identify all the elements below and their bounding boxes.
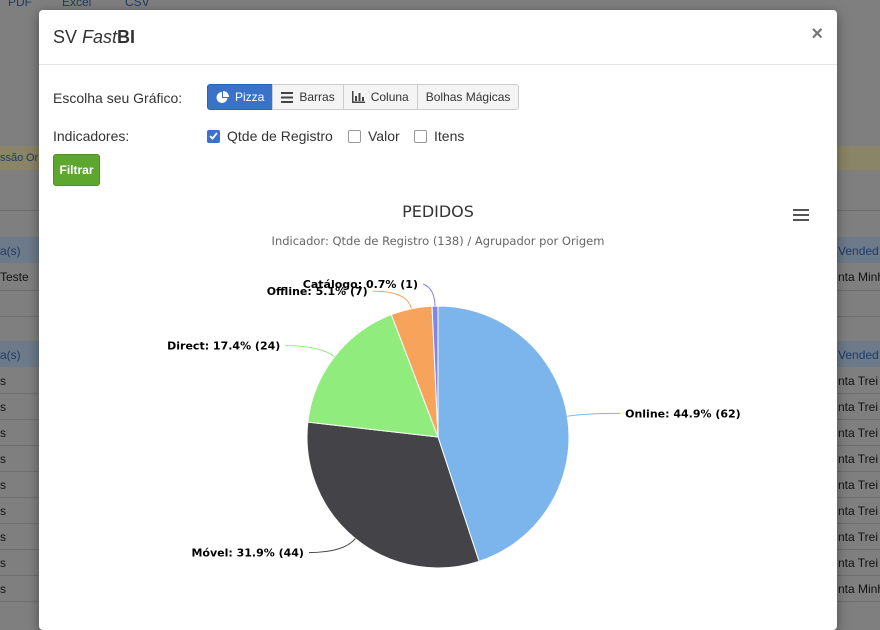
background-cell: s bbox=[0, 426, 6, 440]
pie-connector bbox=[285, 345, 335, 358]
background-cell: nta Minh bbox=[838, 582, 880, 596]
background-cell: s bbox=[0, 452, 6, 466]
background-cell: nta Minh bbox=[838, 270, 880, 284]
chart-title: PEDIDOS bbox=[402, 202, 474, 221]
background-header-right: Vended bbox=[838, 244, 879, 258]
background-cell: s bbox=[0, 556, 6, 570]
background-cell: s bbox=[0, 582, 6, 596]
background-cell: s bbox=[0, 400, 6, 414]
background-cell: s bbox=[0, 374, 6, 388]
excel-link[interactable]: Excel bbox=[62, 0, 91, 9]
pdf-link[interactable]: PDF bbox=[8, 0, 32, 9]
pie-connector bbox=[308, 538, 356, 554]
background-filter-text: ssão bbox=[0, 152, 24, 164]
fastbi-modal: SV FastBI × Escolha seu Gráfico: Pizza B… bbox=[39, 10, 837, 630]
background-header-left: a(s) bbox=[0, 244, 21, 258]
pie-chart: PEDIDOS Indicador: Qtde de Registro (138… bbox=[167, 202, 741, 569]
background-cell: nta Trei bbox=[838, 556, 879, 570]
background-cell: nta Trei bbox=[838, 400, 879, 414]
pie-data-label: Direct: 17.4% (24) bbox=[167, 340, 280, 353]
background-cell: nta Trei bbox=[838, 426, 879, 440]
pie-data-label: Móvel: 31.9% (44) bbox=[191, 547, 304, 560]
background-cell: nta Trei bbox=[838, 504, 879, 518]
pie-slices bbox=[306, 305, 570, 569]
background-cell: nta Trei bbox=[838, 452, 879, 466]
pie-connector bbox=[422, 283, 436, 307]
background-cell: nta Trei bbox=[838, 374, 879, 388]
pie-data-label: Online: 44.9% (62) bbox=[625, 407, 741, 420]
chart-subtitle: Indicador: Qtde de Registro (138) / Agru… bbox=[272, 234, 605, 248]
pie-connector bbox=[372, 290, 412, 309]
pie-connector bbox=[567, 412, 621, 417]
csv-link[interactable]: CSV bbox=[125, 0, 150, 9]
background-cell: Teste bbox=[0, 270, 29, 284]
background-cell: nta Trei bbox=[838, 478, 879, 492]
background-header-right: Vended bbox=[838, 348, 879, 362]
background-cell: s bbox=[0, 504, 6, 518]
background-cell: s bbox=[0, 478, 6, 492]
background-header-left: a(s) bbox=[0, 348, 21, 362]
background-cell: nta Trei bbox=[838, 530, 879, 544]
pie-data-label: Catálogo: 0.7% (1) bbox=[303, 278, 418, 291]
background-cell: s bbox=[0, 530, 6, 544]
